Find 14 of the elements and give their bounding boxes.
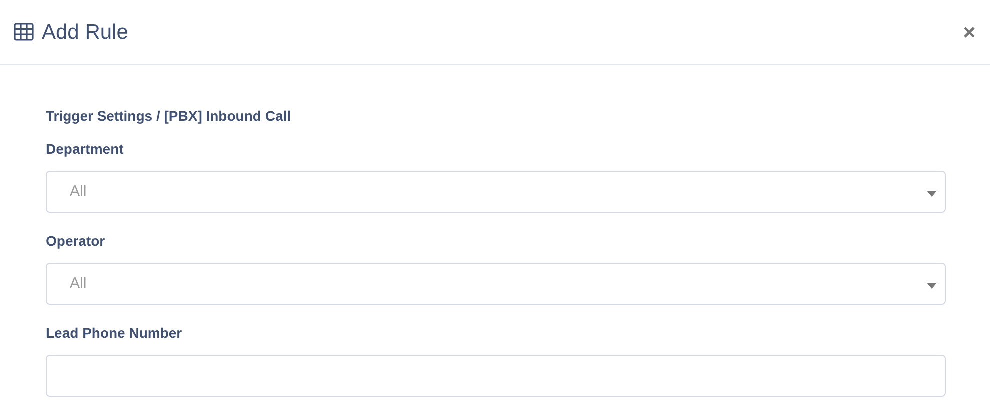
- field-label: Department: [46, 140, 125, 159]
- table-icon: [14, 23, 34, 41]
- input-field[interactable]: [46, 355, 946, 397]
- select-field[interactable]: All: [46, 171, 946, 213]
- caret-icon: [927, 283, 937, 289]
- select-value: All: [70, 274, 88, 294]
- field-label: Operator: [46, 232, 106, 251]
- caret-icon: [927, 191, 937, 197]
- field-label: Lead Phone Number: [46, 324, 184, 343]
- dialog-title: Add Rule: [42, 22, 128, 42]
- close-icon[interactable]: [963, 26, 976, 38]
- select-value: All: [70, 182, 88, 202]
- section-title: Trigger Settings / [PBX] Inbound Call: [46, 107, 292, 126]
- select-field[interactable]: All: [46, 263, 946, 305]
